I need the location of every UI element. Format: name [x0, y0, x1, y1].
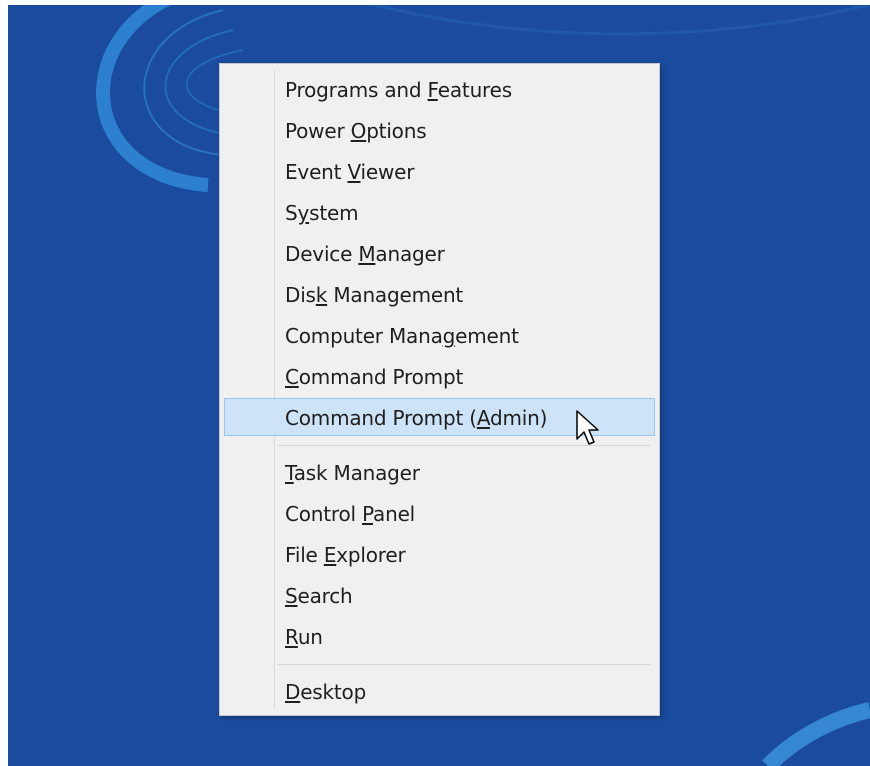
menu-item-label: Run	[285, 625, 323, 649]
access-key: k	[315, 283, 328, 307]
access-key: P	[362, 502, 374, 526]
menu-item-command-prompt[interactable]: Command Prompt	[224, 357, 655, 395]
access-key: O	[350, 119, 367, 143]
menu-item-label: System	[285, 201, 359, 225]
access-key: S	[285, 584, 298, 608]
menu-item-search[interactable]: Search	[224, 576, 655, 614]
menu-item-label: Computer Management	[285, 324, 519, 348]
menu-item-label: Power Options	[285, 119, 427, 143]
access-key: g	[442, 324, 456, 348]
access-key: M	[358, 242, 376, 266]
menu-item-system[interactable]: System	[224, 193, 655, 231]
menu-item-label: Command Prompt (Admin)	[285, 406, 548, 430]
arrow-cursor-icon	[576, 410, 599, 445]
menu-item-file-explorer[interactable]: File Explorer	[224, 535, 655, 573]
winx-context-menu: Programs and Features Power Options Event …	[219, 63, 660, 716]
menu-item-label: File Explorer	[285, 543, 406, 567]
access-key: T	[285, 461, 294, 485]
menu-item-label: Search	[285, 584, 353, 608]
menu-item-label: Control Panel	[285, 502, 416, 526]
access-key: A	[476, 406, 490, 430]
menu-item-label: Task Manager	[285, 461, 420, 485]
access-key: D	[285, 680, 301, 704]
access-key: E	[323, 543, 337, 567]
menu-item-desktop[interactable]: Desktop	[224, 672, 655, 710]
menu-item-run[interactable]: Run	[224, 617, 655, 655]
menu-item-control-panel[interactable]: Control Panel	[224, 494, 655, 532]
menu-item-task-manager[interactable]: Task Manager	[224, 453, 655, 491]
access-key: F	[427, 78, 438, 102]
menu-item-label: Device Manager	[285, 242, 445, 266]
menu-item-device-manager[interactable]: Device Manager	[224, 234, 655, 272]
access-key: C	[285, 365, 299, 389]
menu-item-label: Programs and Features	[285, 78, 512, 102]
menu-item-label: Command Prompt	[285, 365, 464, 389]
menu-item-label: Desktop	[285, 680, 367, 704]
access-key: R	[285, 625, 298, 649]
menu-item-computer-management[interactable]: Computer Management	[224, 316, 655, 354]
menu-item-label: Event Viewer	[285, 160, 415, 184]
menu-item-label: Disk Management	[285, 283, 464, 307]
menu-separator	[278, 664, 650, 665]
menu-item-programs-and-features[interactable]: Programs and Features	[224, 70, 655, 108]
access-key: y	[297, 201, 310, 225]
menu-item-event-viewer[interactable]: Event Viewer	[224, 152, 655, 190]
access-key: V	[347, 160, 361, 184]
menu-item-disk-management[interactable]: Disk Management	[224, 275, 655, 313]
menu-item-power-options[interactable]: Power Options	[224, 111, 655, 149]
